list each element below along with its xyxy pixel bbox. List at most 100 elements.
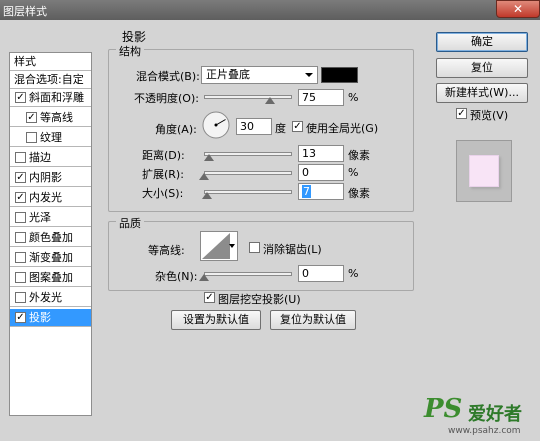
watermark-url: www.psahz.com	[448, 426, 521, 436]
style-list-item-label: 渐变叠加	[29, 251, 73, 264]
spread-field[interactable]: 0	[298, 164, 344, 181]
noise-unit: %	[348, 267, 359, 280]
preview-checkbox[interactable]: ✓	[456, 108, 467, 119]
quality-legend: 品质	[116, 215, 144, 231]
knockout-checkbox[interactable]: ✓	[204, 292, 215, 303]
style-list-item[interactable]: 颜色叠加	[10, 229, 91, 247]
opacity-label: 不透明度(O):	[134, 92, 199, 105]
reset-button[interactable]: 复位	[436, 58, 528, 78]
style-checkbox[interactable]	[15, 292, 26, 303]
noise-label: 杂色(N):	[155, 270, 198, 283]
watermark-brand: PS	[424, 394, 463, 424]
style-list-item[interactable]: ✓ 投影	[10, 309, 91, 327]
style-list-item-label: 颜色叠加	[29, 231, 73, 244]
style-checkbox[interactable]	[15, 272, 26, 283]
distance-slider[interactable]	[204, 149, 292, 161]
style-checkbox[interactable]: ✓	[15, 192, 26, 203]
contour-picker[interactable]	[200, 231, 238, 261]
shadow-color-swatch[interactable]	[321, 67, 358, 83]
style-list-item-label: 外发光	[29, 291, 62, 304]
opacity-slider[interactable]	[204, 92, 292, 104]
distance-field[interactable]: 13	[298, 145, 344, 162]
style-checkbox[interactable]	[15, 232, 26, 243]
spread-slider-thumb[interactable]	[199, 173, 209, 180]
structure-legend: 结构	[116, 43, 144, 59]
style-checkbox[interactable]	[15, 252, 26, 263]
noise-slider-thumb[interactable]	[199, 274, 209, 281]
global-light-checkbox[interactable]: ✓	[292, 121, 303, 132]
size-slider-thumb[interactable]	[201, 192, 212, 199]
chevron-down-icon	[229, 244, 235, 248]
size-field[interactable]: 7	[298, 183, 344, 200]
distance-label: 距离(D):	[142, 149, 185, 162]
style-list: 样式 混合选项:自定 ✓ 斜面和浮雕 ✓ 等高线 纹理 描边 ✓ 内阴影 ✓ 内发光 光泽 颜色叠加渐…	[9, 52, 92, 416]
style-list-item-label: 内发光	[29, 191, 62, 204]
style-checkbox[interactable]	[15, 152, 26, 163]
global-light-label: 使用全局光(G)	[306, 122, 379, 135]
title-bar: 图层样式 ✕	[0, 0, 540, 20]
noise-slider[interactable]	[199, 269, 292, 281]
style-list-item[interactable]: ✓ 等高线	[10, 109, 91, 127]
style-list-item-label: 纹理	[40, 131, 62, 144]
size-slider[interactable]	[201, 187, 292, 199]
style-list-item[interactable]: 图案叠加	[10, 269, 91, 287]
angle-dial[interactable]	[201, 110, 231, 140]
spread-label: 扩展(R):	[142, 168, 184, 181]
blend-mode-select[interactable]: 正片叠底	[201, 66, 318, 84]
style-list-item[interactable]: 描边	[10, 149, 91, 167]
window-title: 图层样式	[3, 5, 47, 18]
spread-unit: %	[348, 166, 359, 179]
style-list-item-label: 投影	[29, 311, 51, 324]
antialias-checkbox[interactable]	[249, 242, 260, 253]
style-list-item[interactable]: 光泽	[10, 209, 91, 227]
make-default-button[interactable]: 设置为默认值	[171, 310, 261, 330]
style-list-item-label: 光泽	[29, 211, 51, 224]
blend-options-item[interactable]: 混合选项:自定	[10, 71, 91, 89]
size-label: 大小(S):	[142, 187, 184, 200]
style-checkbox[interactable]: ✓	[15, 92, 26, 103]
distance-unit: 像素	[348, 149, 370, 162]
style-list-item-label: 图案叠加	[29, 271, 73, 284]
style-checkbox[interactable]	[26, 132, 37, 143]
spread-slider[interactable]	[199, 168, 292, 180]
preview-thumbnail	[456, 140, 512, 202]
angle-field[interactable]: 30	[236, 118, 272, 135]
contour-label: 等高线:	[148, 244, 185, 257]
preview-label: 预览(V)	[470, 109, 509, 122]
style-list-item[interactable]: 外发光	[10, 289, 91, 307]
opacity-field[interactable]: 75	[298, 89, 344, 106]
style-checkbox[interactable]: ✓	[15, 172, 26, 183]
new-style-button[interactable]: 新建样式(W)...	[436, 83, 528, 103]
style-checkbox[interactable]: ✓	[15, 312, 26, 323]
style-list-item-label: 描边	[29, 151, 51, 164]
angle-unit: 度	[275, 122, 286, 135]
ok-button[interactable]: 确定	[436, 32, 528, 52]
style-checkbox[interactable]: ✓	[26, 112, 37, 123]
angle-label: 角度(A):	[155, 123, 197, 136]
layer-style-dialog: 样式 混合选项:自定 ✓ 斜面和浮雕 ✓ 等高线 纹理 描边 ✓ 内阴影 ✓ 内发光 光泽 颜色叠加渐…	[0, 20, 540, 441]
style-list-item-label: 斜面和浮雕	[29, 91, 84, 104]
noise-field[interactable]: 0	[298, 265, 344, 282]
style-list-item-label: 等高线	[40, 111, 73, 124]
style-list-item[interactable]: ✓ 内阴影	[10, 169, 91, 187]
reset-default-button[interactable]: 复位为默认值	[270, 310, 356, 330]
site-watermark: PS 爱好者 www.psahz.com	[418, 392, 540, 441]
size-unit: 像素	[348, 187, 370, 200]
opacity-unit: %	[348, 91, 359, 104]
preview-swatch	[469, 155, 499, 187]
distance-slider-thumb[interactable]	[204, 154, 215, 161]
chevron-down-icon	[305, 73, 313, 77]
close-button[interactable]: ✕	[496, 0, 540, 18]
antialias-label: 消除锯齿(L)	[263, 243, 322, 256]
style-list-item[interactable]: ✓ 斜面和浮雕	[10, 89, 91, 107]
contour-graph-icon	[202, 233, 230, 259]
style-list-item[interactable]: 渐变叠加	[10, 249, 91, 267]
opacity-slider-thumb[interactable]	[265, 97, 275, 104]
style-list-item[interactable]: 纹理	[10, 129, 91, 147]
style-checkbox[interactable]	[15, 212, 26, 223]
style-list-item[interactable]: ✓ 内发光	[10, 189, 91, 207]
style-list-item-label: 内阴影	[29, 171, 62, 184]
knockout-label: 图层挖空投影(U)	[218, 293, 301, 306]
watermark-text: 爱好者	[468, 404, 522, 425]
style-list-header[interactable]: 样式	[10, 53, 91, 71]
